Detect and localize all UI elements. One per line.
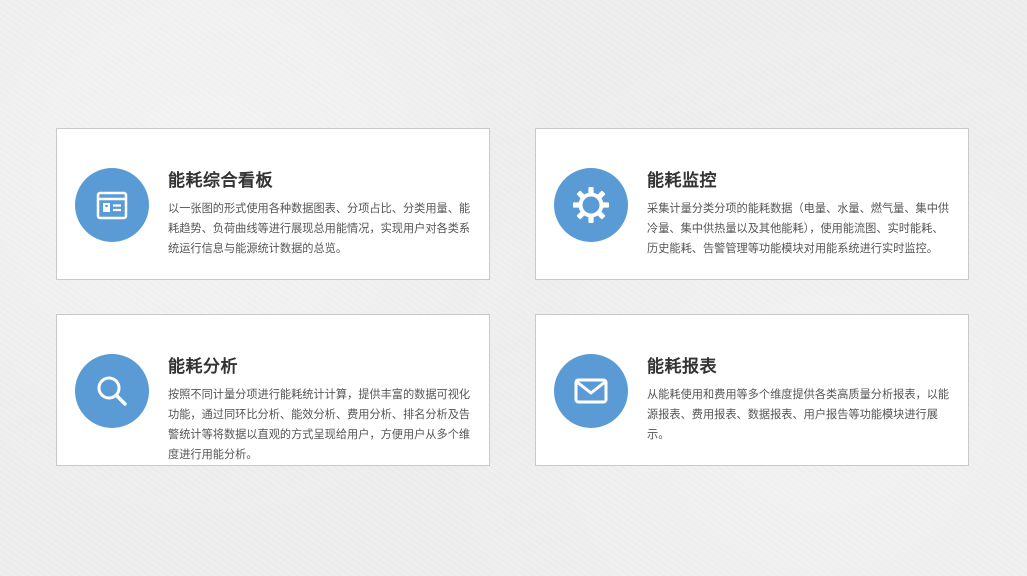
gear-icon: [554, 168, 628, 242]
dashboard-icon: [75, 168, 149, 242]
card-title: 能耗报表: [647, 357, 717, 377]
card-title: 能耗综合看板: [168, 171, 273, 191]
card-description: 采集计量分类分项的能耗数据（电量、水量、燃气量、集中供冷量、集中供热量以及其他能…: [647, 202, 950, 255]
card-description: 以一张图的形式使用各种数据图表、分项占比、分类用量、能耗趋势、负荷曲线等进行展现…: [168, 202, 471, 255]
background: [0, 0, 1027, 576]
card-energy-dashboard: 能耗综合看板 以一张图的形式使用各种数据图表、分项占比、分类用量、能耗趋势、负荷…: [56, 128, 490, 280]
card-energy-analysis: 能耗分析 按照不同计量分项进行能耗统计计算，提供丰富的数据可视化功能，通过同环比…: [56, 314, 490, 466]
card-title: 能耗监控: [647, 171, 717, 191]
search-icon: [75, 354, 149, 428]
card-energy-monitoring: 能耗监控 采集计量分类分项的能耗数据（电量、水量、燃气量、集中供冷量、集中供热量…: [535, 128, 969, 280]
card-energy-reports: 能耗报表 从能耗使用和费用等多个维度提供各类高质量分析报表，以能源报表、费用报表…: [535, 314, 969, 466]
card-description: 从能耗使用和费用等多个维度提供各类高质量分析报表，以能源报表、费用报表、数据报表…: [647, 388, 950, 441]
card-title: 能耗分析: [168, 357, 238, 377]
envelope-icon: [554, 354, 628, 428]
card-description: 按照不同计量分项进行能耗统计计算，提供丰富的数据可视化功能，通过同环比分析、能效…: [168, 388, 471, 461]
